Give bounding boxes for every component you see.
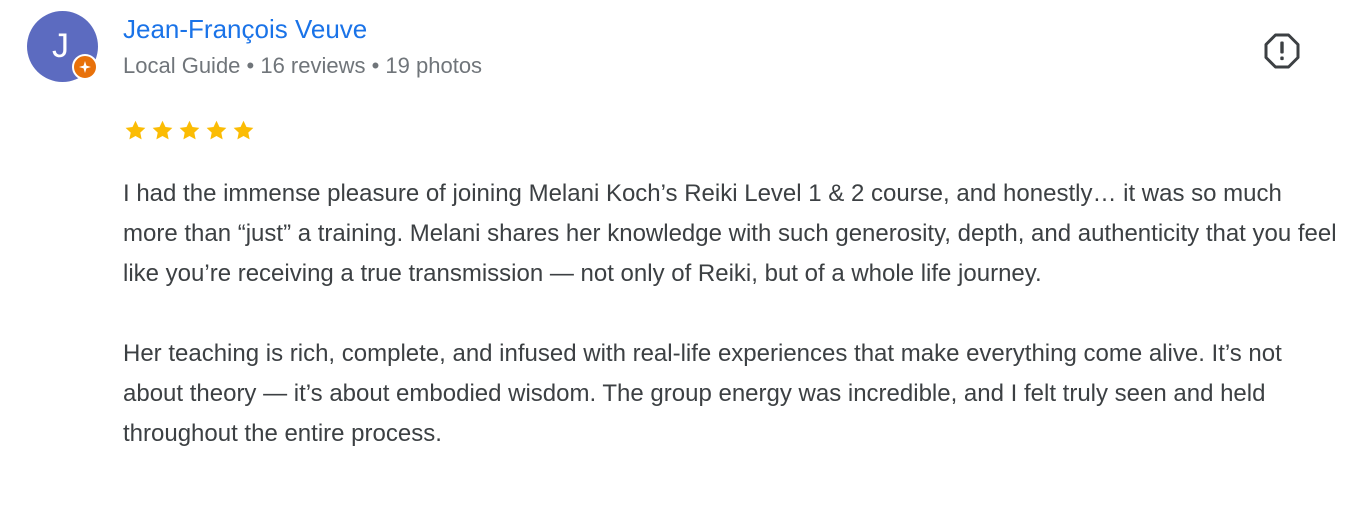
star-icon xyxy=(233,120,254,140)
star-rating xyxy=(124,119,255,142)
avatar-initial: J xyxy=(52,26,69,65)
review-paragraph: I had the immense pleasure of joining Me… xyxy=(123,180,1337,287)
report-button[interactable] xyxy=(1263,32,1301,70)
star-icon xyxy=(206,120,227,140)
local-guide-badge-icon xyxy=(72,54,98,80)
star-icon xyxy=(179,120,200,140)
review-card: J Jean-François Veuve Local Guide • 16 r… xyxy=(0,0,1370,516)
review-paragraph: Her teaching is rich, complete, and infu… xyxy=(123,340,1282,447)
report-octagon-icon xyxy=(1264,33,1300,69)
reviewer-name[interactable]: Jean-François Veuve xyxy=(123,14,367,45)
star-icon xyxy=(125,120,146,140)
reviewer-meta: Local Guide • 16 reviews • 19 photos xyxy=(123,53,483,78)
review-text: I had the immense pleasure of joining Me… xyxy=(123,174,1338,494)
star-icon xyxy=(152,120,173,140)
